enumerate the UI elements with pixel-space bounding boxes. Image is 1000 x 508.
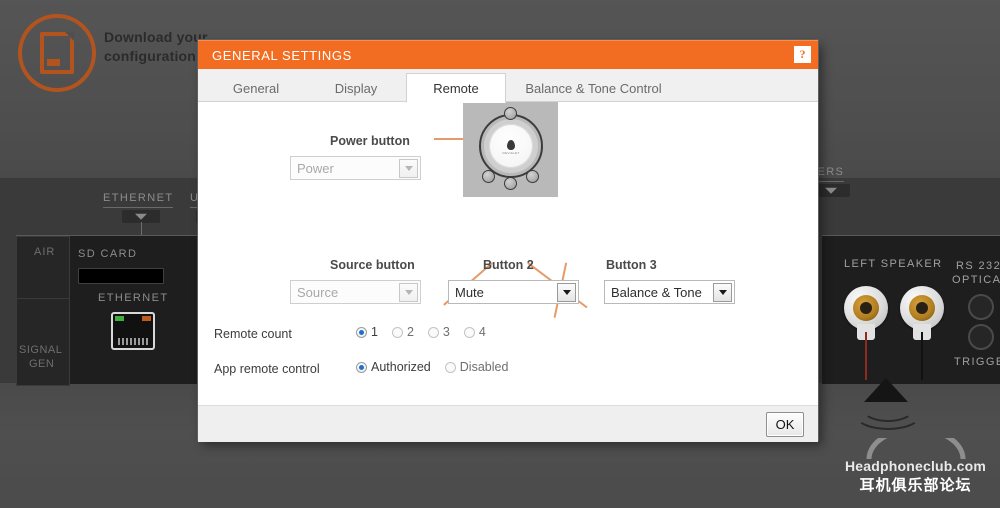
rs232-jack-icon xyxy=(968,324,994,350)
radio-icon xyxy=(463,326,475,338)
speaker-wave-2-icon xyxy=(854,398,922,430)
ethernet-tag-label: ETHERNET xyxy=(103,192,174,208)
radio-icon xyxy=(444,361,456,373)
app-remote-option-disabled[interactable]: Disabled xyxy=(444,360,509,374)
power-button-label: Power button xyxy=(330,134,410,148)
air-label: AIR xyxy=(34,246,56,258)
download-line-1: Download your xyxy=(104,29,208,45)
button-3-select[interactable]: Balance & Tone xyxy=(604,280,735,304)
power-button-value: Power xyxy=(297,160,334,176)
source-button-label: Source button xyxy=(330,258,415,272)
speaker-wire-red xyxy=(865,332,867,380)
tab-display[interactable]: Display xyxy=(306,74,406,102)
app-remote-control-label: App remote control xyxy=(214,362,320,376)
app-remote-authorized-label: Authorized xyxy=(371,360,431,374)
speaker-wire-black xyxy=(921,332,923,380)
sd-card-slot xyxy=(78,268,164,284)
dialog-footer: OK xyxy=(198,405,818,442)
sd-card-document-icon xyxy=(18,14,96,92)
remote-source-key[interactable] xyxy=(482,170,495,183)
rs232-label-2: OPTICAL xyxy=(952,274,1000,286)
radio-icon xyxy=(356,326,367,338)
button-3-label: Button 3 xyxy=(606,258,657,272)
watermark-line-2: 耳机俱乐部论坛 xyxy=(859,477,972,494)
app-remote-control-radio-group: Authorized Disabled xyxy=(356,360,522,374)
remote-center-face: DEVIALET xyxy=(489,124,533,168)
watermark: Headphoneclub.com 耳机俱乐部论坛 xyxy=(838,438,993,495)
source-button-value: Source xyxy=(297,284,339,300)
radio-icon xyxy=(356,361,367,373)
remote-count-option-1-label: 1 xyxy=(371,325,378,339)
remote-count-option-1[interactable]: 1 xyxy=(356,325,378,339)
help-icon[interactable]: ? xyxy=(794,46,811,63)
dialog-title: GENERAL SETTINGS xyxy=(212,47,352,63)
button-2-label: Button 2 xyxy=(483,258,534,272)
remote-count-option-2[interactable]: 2 xyxy=(391,325,414,339)
general-settings-dialog: GENERAL SETTINGS ? General Display Remot… xyxy=(198,40,818,442)
signal-gen-label-1: SIGNAL xyxy=(19,344,63,356)
remote-key-3[interactable] xyxy=(526,170,539,183)
rear-panel-right: LEFT SPEAKER RS 232 OPTICAL TRIGGER xyxy=(822,235,1000,384)
download-configuration-label: Download your configuration xyxy=(104,28,208,66)
chevron-down-icon xyxy=(713,282,732,302)
remote-control-illustration: DEVIALET xyxy=(463,102,558,197)
remote-count-option-4[interactable]: 4 xyxy=(463,325,486,339)
download-line-2: configuration xyxy=(104,48,197,64)
power-button-select[interactable]: Power xyxy=(290,156,421,180)
screenshot-root: Download your configuration ETHERNET U A… xyxy=(0,0,1000,508)
remote-brand-text: DEVIALET xyxy=(502,151,520,155)
remote-count-radio-group: 1 2 3 4 xyxy=(356,325,500,339)
signal-gen-label-2: GEN xyxy=(29,358,55,370)
tab-general[interactable]: General xyxy=(206,74,306,102)
watermark-line-1: Headphoneclub.com xyxy=(844,458,987,474)
remote-count-option-3[interactable]: 3 xyxy=(427,325,450,339)
remote-brand-logo-icon xyxy=(507,140,515,150)
chevron-down-icon xyxy=(557,282,576,302)
button-2-select[interactable]: Mute xyxy=(448,280,579,304)
remote-count-option-2-label: 2 xyxy=(406,325,414,339)
signal-gen-cell xyxy=(16,298,70,386)
dialog-body: DEVIALET Power button Power Source butto… xyxy=(198,102,818,405)
source-button-select[interactable]: Source xyxy=(290,280,421,304)
remote-count-option-3-label: 3 xyxy=(442,325,450,339)
headphone-arc-icon xyxy=(866,438,965,460)
ok-button[interactable]: OK xyxy=(766,412,804,437)
tab-remote[interactable]: Remote xyxy=(406,73,506,103)
chevron-down-icon xyxy=(399,282,418,302)
radio-icon xyxy=(427,326,439,338)
trigger-label: TRIGGER xyxy=(954,356,1000,368)
ethernet-jack-icon xyxy=(111,312,155,350)
left-speaker-label: LEFT SPEAKER xyxy=(844,258,943,270)
button-3-value: Balance & Tone xyxy=(611,284,702,300)
remote-key-2[interactable] xyxy=(504,177,517,190)
optical-jack-icon xyxy=(968,294,994,320)
dialog-tabstrip: General Display Remote Balance & Tone Co… xyxy=(198,69,818,103)
remote-count-option-4-label: 4 xyxy=(478,325,486,339)
dialog-titlebar: GENERAL SETTINGS ? xyxy=(198,40,818,69)
chevron-down-icon xyxy=(399,158,418,178)
remote-power-key[interactable] xyxy=(504,107,517,120)
rs232-label-1: RS 232 xyxy=(956,260,1000,272)
sd-card-label: SD CARD xyxy=(78,248,138,260)
remote-count-label: Remote count xyxy=(214,327,292,341)
rear-panel-left: AIR SIGNAL GEN SD CARD ETHERNET xyxy=(16,235,216,386)
button-2-value: Mute xyxy=(455,284,484,300)
tab-balance-tone-control[interactable]: Balance & Tone Control xyxy=(506,74,681,102)
ethernet-jack-label: ETHERNET xyxy=(98,292,169,304)
radio-icon xyxy=(391,326,403,338)
app-remote-disabled-label: Disabled xyxy=(459,360,509,374)
app-remote-option-authorized[interactable]: Authorized xyxy=(356,360,431,374)
